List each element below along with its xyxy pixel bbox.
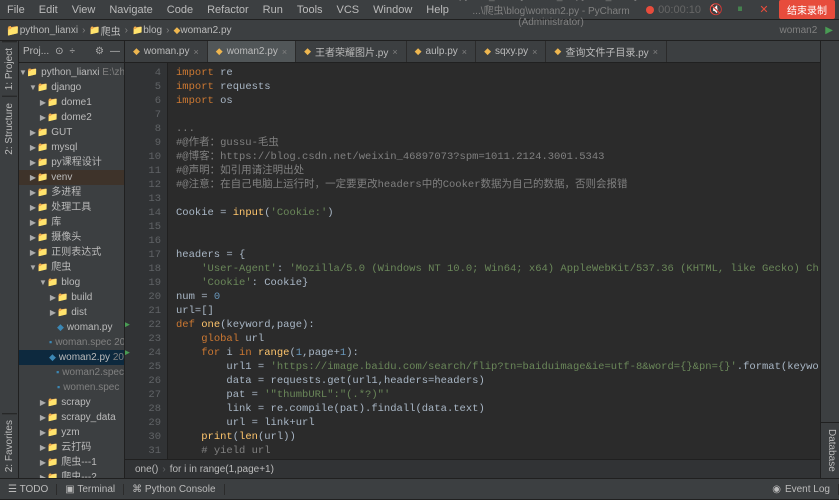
project-tree[interactable]: ▼📁python_lianxi E:\zhao_s ▼📁django ▶📁dom… <box>19 63 124 478</box>
record-stop-button[interactable]: 结束录制 <box>779 0 835 19</box>
tab-sqxy[interactable]: ◆sqxy.py× <box>476 41 546 62</box>
python-file-icon: ◆ <box>216 46 223 57</box>
menu-bar: File Edit View Navigate Code Refactor Ru… <box>0 0 839 20</box>
menu-help[interactable]: Help <box>419 4 456 16</box>
tab-woman2[interactable]: ◆woman2.py× <box>208 41 296 62</box>
menu-file[interactable]: File <box>0 4 32 16</box>
record-close-icon[interactable]: ✕ <box>755 1 773 19</box>
window-title: python_lianxi [E:\zhao_sn\python_lianxi]… <box>456 0 646 28</box>
close-icon[interactable]: × <box>462 47 467 57</box>
sidebar-header: Proj... ⊙ ÷ ⚙ — <box>19 41 124 63</box>
crumb-root[interactable]: python_lianxi <box>20 25 78 36</box>
folder-icon: 📁 <box>132 25 143 36</box>
crumb-1[interactable]: 爬虫 <box>101 23 121 38</box>
tool-event-log[interactable]: ◉ Event Log <box>764 484 839 495</box>
menu-edit[interactable]: Edit <box>32 4 65 16</box>
chevron-right-icon: › <box>166 25 169 36</box>
menu-run[interactable]: Run <box>256 4 290 16</box>
menu-tools[interactable]: Tools <box>290 4 330 16</box>
tab-aulp[interactable]: ◆aulp.py× <box>407 41 476 62</box>
navigation-bar: 📁 python_lianxi › 📁 爬虫 › 📁 blog › ◆ woma… <box>0 20 839 41</box>
record-pause-icon[interactable]: ⏸ <box>731 1 749 19</box>
editor-tabs: ◆woman.py× ◆woman2.py× ◆王者荣耀图片.py× ◆aulp… <box>125 41 820 63</box>
project-label[interactable]: Proj... <box>23 46 49 57</box>
tool-todo[interactable]: ☰ TODO <box>0 484 57 495</box>
record-mute-icon[interactable]: 🔇 <box>707 1 725 19</box>
close-icon[interactable]: × <box>194 47 199 57</box>
chevron-right-icon: › <box>82 25 85 36</box>
tab-database[interactable]: Database <box>821 422 839 478</box>
python-file-icon: ◆ <box>133 46 140 57</box>
python-file-icon: ◆ <box>484 46 491 57</box>
right-tool-strip: Database <box>820 41 839 478</box>
close-icon[interactable]: × <box>392 47 397 57</box>
tab-structure[interactable]: 2: Structure <box>2 96 17 161</box>
crumb-file[interactable]: woman2.py <box>180 25 231 36</box>
menu-refactor[interactable]: Refactor <box>200 4 256 16</box>
run-icon[interactable]: ▶ <box>825 25 833 36</box>
tab-favorites[interactable]: 2: Favorites <box>2 413 17 478</box>
close-icon[interactable]: × <box>282 47 287 57</box>
folder-icon: 📁 <box>89 25 100 36</box>
hide-icon[interactable]: — <box>110 46 120 57</box>
folder-icon: 📁 <box>6 24 20 37</box>
menu-navigate[interactable]: Navigate <box>102 4 159 16</box>
bottom-tool-bar: ☰ TODO ▣ Terminal ⌘ Python Console ◉ Eve… <box>0 478 839 499</box>
menu-view[interactable]: View <box>65 4 103 16</box>
chevron-right-icon: › <box>125 25 128 36</box>
target-icon[interactable]: ⊙ <box>55 46 63 57</box>
tab-search-dir[interactable]: ◆查询文件子目录.py× <box>546 41 667 62</box>
screen-recorder: 00:00:10 🔇 ⏸ ✕ 结束录制 <box>646 0 839 19</box>
left-tool-strip: 1: Project 2: Structure 2: Favorites <box>0 41 19 478</box>
editor-gutter[interactable]: 45678910111213141516171819202122▶2324▶25… <box>125 63 168 459</box>
tool-terminal[interactable]: ▣ Terminal <box>57 484 124 495</box>
editor-area: ◆woman.py× ◆woman2.py× ◆王者荣耀图片.py× ◆aulp… <box>125 41 820 478</box>
menu-window[interactable]: Window <box>366 4 419 16</box>
crumb-2[interactable]: blog <box>143 25 162 36</box>
python-file-icon: ◆ <box>415 46 422 57</box>
gear-icon[interactable]: ⚙ <box>95 46 104 57</box>
close-icon[interactable]: × <box>532 47 537 57</box>
editor-breadcrumb[interactable]: one()›for i in range(1,page+1) <box>125 459 820 478</box>
project-sidebar: Proj... ⊙ ÷ ⚙ — ▼📁python_lianxi E:\zhao_… <box>19 41 125 478</box>
tree-item-selected[interactable]: ◆woman2.py 201 21 <box>19 350 124 365</box>
record-time: 00:00:10 <box>646 4 701 16</box>
menu-vcs[interactable]: VCS <box>330 4 367 16</box>
tab-woman[interactable]: ◆woman.py× <box>125 41 208 62</box>
record-dot-icon <box>646 6 654 14</box>
menu-code[interactable]: Code <box>160 4 200 16</box>
code-editor[interactable]: import reimport requestsimport os ...#@作… <box>168 63 820 459</box>
tab-wzry[interactable]: ◆王者荣耀图片.py× <box>296 41 407 62</box>
close-icon[interactable]: × <box>653 47 658 57</box>
python-file-icon: ◆ <box>554 46 561 57</box>
python-file-icon: ◆ <box>304 46 311 57</box>
tool-python-console[interactable]: ⌘ Python Console <box>124 484 224 495</box>
tab-project[interactable]: 1: Project <box>2 41 17 96</box>
run-config-selector[interactable]: woman2 <box>779 25 821 36</box>
collapse-icon[interactable]: ÷ <box>70 46 76 57</box>
